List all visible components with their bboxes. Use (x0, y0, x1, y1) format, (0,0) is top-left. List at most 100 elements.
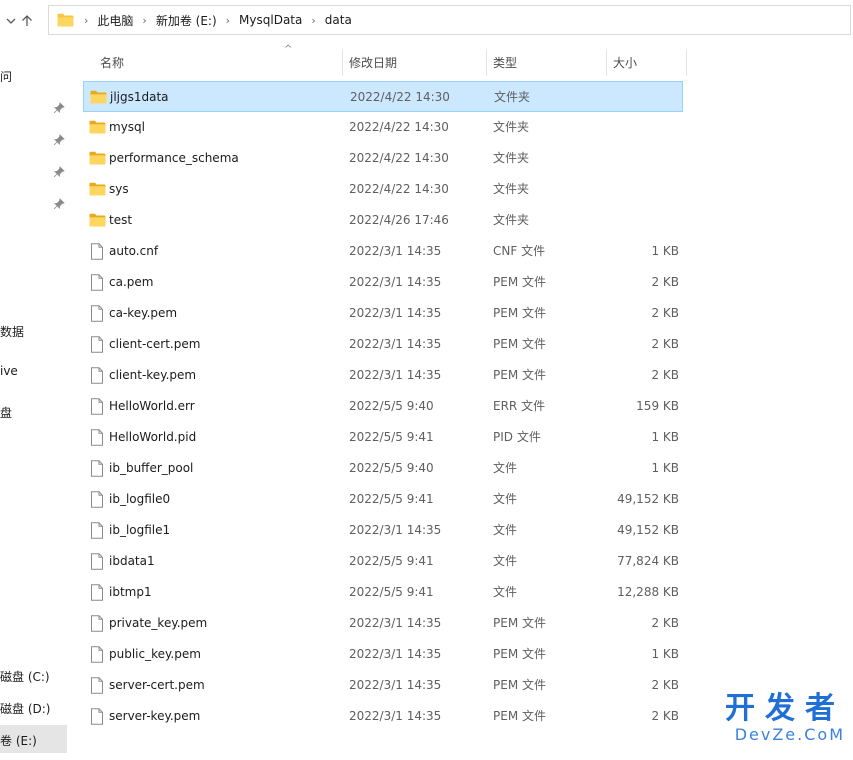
address-bar[interactable]: › 此电脑 › 新加卷 (E:) › MysqlData › data (48, 5, 851, 35)
file-size: 2 KB (651, 616, 679, 630)
file-size: 2 KB (651, 337, 679, 351)
file-size: 2 KB (651, 678, 679, 692)
column-header-date[interactable]: 修改日期 (349, 48, 397, 78)
watermark-domain: DevZe.CoM (734, 725, 845, 744)
table-row[interactable]: auto.cnf 2022/3/1 14:35 CNF 文件 1 KB (83, 236, 683, 267)
file-modified-date: 2022/5/5 9:41 (349, 585, 434, 599)
file-size: 2 KB (651, 275, 679, 289)
table-row[interactable]: ca.pem 2022/3/1 14:35 PEM 文件 2 KB (83, 267, 683, 298)
file-modified-date: 2022/3/1 14:35 (349, 678, 442, 692)
file-icon (90, 367, 106, 384)
pin-icon[interactable] (53, 134, 65, 146)
table-row[interactable]: ib_buffer_pool 2022/5/5 9:40 文件 1 KB (83, 453, 683, 484)
pin-icon[interactable] (53, 166, 65, 178)
column-header-size[interactable]: 大小 (613, 48, 637, 78)
folder-icon (89, 120, 106, 134)
file-type: 文件 (493, 585, 518, 599)
table-row[interactable]: mysql 2022/4/22 14:30 文件夹 (83, 112, 683, 143)
file-type: 文件夹 (494, 90, 531, 104)
column-divider[interactable] (342, 50, 343, 76)
file-type: 文件 (493, 492, 518, 506)
nav-item-drive-e: 卷 (E:) (0, 734, 37, 748)
file-size: 12,288 KB (617, 585, 679, 599)
nav-item-disk[interactable]: 盘 (0, 404, 12, 421)
breadcrumb-separator: › (142, 13, 147, 27)
nav-item-drive-e-selected[interactable]: 卷 (E:) (0, 725, 67, 753)
nav-item-quick-access[interactable]: 问 (0, 68, 12, 85)
column-divider[interactable] (606, 50, 607, 76)
breadcrumb-data[interactable]: data (325, 13, 352, 27)
file-icon (90, 336, 106, 353)
file-name: public_key.pem (109, 647, 201, 661)
folder-icon (89, 182, 106, 196)
breadcrumb-separator: › (311, 13, 316, 27)
file-size: 2 KB (651, 709, 679, 723)
breadcrumb-drive-e[interactable]: 新加卷 (E:) (156, 12, 217, 29)
file-icon (90, 677, 106, 694)
table-row[interactable]: ca-key.pem 2022/3/1 14:35 PEM 文件 2 KB (83, 298, 683, 329)
table-row[interactable]: test 2022/4/26 17:46 文件夹 (83, 205, 683, 236)
table-row[interactable]: HelloWorld.pid 2022/5/5 9:41 PID 文件 1 KB (83, 422, 683, 453)
file-modified-date: 2022/5/5 9:41 (349, 554, 434, 568)
table-row[interactable]: public_key.pem 2022/3/1 14:35 PEM 文件 1 KB (83, 639, 683, 670)
file-name: mysql (109, 120, 145, 134)
file-type: 文件夹 (493, 213, 530, 227)
table-row[interactable]: server-cert.pem 2022/3/1 14:35 PEM 文件 2 KB (83, 670, 683, 701)
file-name: ib_logfile0 (109, 492, 171, 506)
file-type: 文件夹 (493, 182, 530, 196)
file-type: 文件 (493, 554, 518, 568)
table-row[interactable]: HelloWorld.err 2022/5/5 9:40 ERR 文件 159 KB (83, 391, 683, 422)
nav-item-onedrive[interactable]: ive (0, 364, 18, 378)
column-divider[interactable] (486, 50, 487, 76)
file-type: 文件夹 (493, 151, 530, 165)
arrow-up-icon (22, 15, 32, 26)
file-icon (90, 615, 106, 632)
file-name: ib_logfile1 (109, 523, 171, 537)
file-icon (90, 646, 106, 663)
file-name: ibtmp1 (109, 585, 152, 599)
file-type: PEM 文件 (493, 306, 546, 320)
table-row[interactable]: performance_schema 2022/4/22 14:30 文件夹 (83, 143, 683, 174)
file-modified-date: 2022/4/22 14:30 (349, 120, 449, 134)
nav-item-drive-c[interactable]: 磁盘 (C:) (0, 668, 50, 685)
table-row[interactable]: ib_logfile1 2022/3/1 14:35 文件 49,152 KB (83, 515, 683, 546)
file-type: PEM 文件 (493, 647, 546, 661)
breadcrumb-mysqldata[interactable]: MysqlData (239, 13, 302, 27)
table-row[interactable]: client-cert.pem 2022/3/1 14:35 PEM 文件 2 KB (83, 329, 683, 360)
table-row[interactable]: server-key.pem 2022/3/1 14:35 PEM 文件 2 KB (83, 701, 683, 732)
file-modified-date: 2022/3/1 14:35 (349, 306, 442, 320)
file-icon (90, 305, 106, 322)
file-type: PEM 文件 (493, 616, 546, 630)
file-modified-date: 2022/5/5 9:41 (349, 430, 434, 444)
file-name: HelloWorld.err (109, 399, 195, 413)
file-modified-date: 2022/4/22 14:30 (350, 90, 450, 104)
file-icon (90, 429, 106, 446)
breadcrumb-this-pc[interactable]: 此电脑 (97, 12, 133, 29)
table-row[interactable]: ib_logfile0 2022/5/5 9:41 文件 49,152 KB (83, 484, 683, 515)
table-row[interactable]: jljgs1data 2022/4/22 14:30 文件夹 (83, 81, 683, 112)
table-row[interactable]: ibdata1 2022/5/5 9:41 文件 77,824 KB (83, 546, 683, 577)
table-row[interactable]: sys 2022/4/22 14:30 文件夹 (83, 174, 683, 205)
column-divider[interactable] (686, 50, 687, 76)
file-type: 文件夹 (493, 120, 530, 134)
table-row[interactable]: private_key.pem 2022/3/1 14:35 PEM 文件 2 KB (83, 608, 683, 639)
file-size: 49,152 KB (617, 523, 679, 537)
file-type: CNF 文件 (493, 244, 546, 258)
file-modified-date: 2022/4/22 14:30 (349, 151, 449, 165)
nav-item-data[interactable]: 数据 (0, 323, 24, 340)
table-row[interactable]: client-key.pem 2022/3/1 14:35 PEM 文件 2 KB (83, 360, 683, 391)
file-modified-date: 2022/4/22 14:30 (349, 182, 449, 196)
nav-item-drive-d[interactable]: 磁盘 (D:) (0, 700, 50, 717)
up-button[interactable] (16, 10, 38, 32)
file-name: server-cert.pem (109, 678, 205, 692)
file-name: HelloWorld.pid (109, 430, 197, 444)
column-header-name[interactable]: 名称 (100, 48, 124, 78)
pin-icon[interactable] (53, 102, 65, 114)
table-row[interactable]: ibtmp1 2022/5/5 9:41 文件 12,288 KB (83, 577, 683, 608)
file-size: 159 KB (636, 399, 679, 413)
column-header-row: ^ 名称 修改日期 类型 大小 (70, 44, 690, 78)
pin-icon[interactable] (53, 198, 65, 210)
column-header-type[interactable]: 类型 (493, 48, 517, 78)
file-size: 1 KB (651, 647, 679, 661)
file-modified-date: 2022/3/1 14:35 (349, 337, 442, 351)
